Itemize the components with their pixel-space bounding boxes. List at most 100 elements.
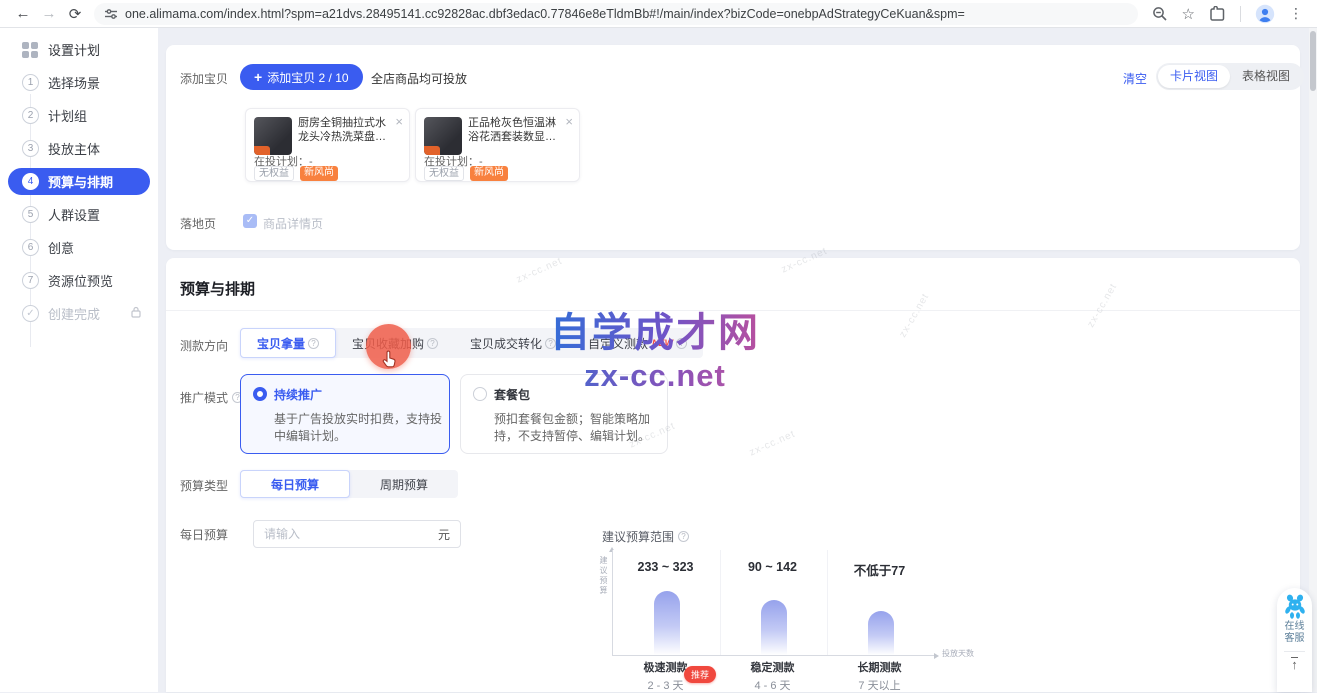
- zoom-icon[interactable]: [1152, 6, 1168, 22]
- sidebar-item-scene[interactable]: 1 选择场景: [8, 66, 150, 99]
- product-card[interactable]: 厨房全铜抽拉式水龙头冷热洗菜盘枪灰池水... × 在投计划：- 无权益 新风尚: [245, 108, 410, 182]
- bookmark-icon[interactable]: ☆: [1182, 5, 1195, 23]
- table-view-tab[interactable]: 表格视图: [1230, 65, 1302, 88]
- back-to-top-icon[interactable]: ↑: [1291, 657, 1298, 671]
- section-title: 预算与排期: [180, 278, 255, 299]
- info-icon[interactable]: ?: [676, 338, 687, 349]
- sidebar-item-placement-preview[interactable]: 7 资源位预览: [8, 264, 150, 297]
- step-number: 2: [22, 107, 39, 124]
- new-trend-tag: 新风尚: [470, 166, 508, 181]
- category-fast: 极速测款 2 - 3 天 推荐: [612, 659, 719, 693]
- plus-icon: +: [254, 69, 262, 85]
- info-icon[interactable]: ?: [678, 531, 689, 542]
- close-icon[interactable]: ×: [565, 115, 573, 128]
- bar-stable-test: [761, 600, 787, 655]
- mode-card-continuous[interactable]: 持续推广 基于广告投放实时扣费，支持投中编辑计划。: [240, 374, 450, 454]
- add-items-card: 添加宝贝 + 添加宝贝 2 / 10 全店商品均可投放 清空 卡片视图 表格视图…: [166, 45, 1300, 250]
- bar-fast-test: [654, 591, 680, 655]
- mode-card-package[interactable]: 套餐包 预扣套餐包金额；智能策略加持，不支持暂停、编辑计划。: [460, 374, 668, 454]
- budget-type-daily[interactable]: 每日预算: [240, 470, 350, 498]
- info-icon[interactable]: ?: [308, 338, 319, 349]
- product-thumbnail: [424, 117, 462, 155]
- sidebar-item-audience[interactable]: 5 人群设置: [8, 198, 150, 231]
- widget-divider: [1284, 651, 1305, 652]
- budget-type-period[interactable]: 周期预算: [350, 470, 458, 498]
- url-text: one.alimama.com/index.html?spm=a21dvs.28…: [125, 7, 965, 21]
- chrome-divider: [1240, 6, 1241, 22]
- daily-budget-input[interactable]: [264, 527, 438, 541]
- clear-all-link[interactable]: 清空: [1123, 70, 1147, 87]
- recommend-badge: 推荐: [684, 666, 716, 683]
- scrollbar-track[interactable]: [1309, 28, 1317, 692]
- scrollbar-thumb[interactable]: [1310, 31, 1316, 91]
- view-toggle: 卡片视图 表格视图: [1156, 63, 1304, 90]
- sidebar-item-creative[interactable]: 6 创意: [8, 231, 150, 264]
- daily-budget-label: 每日预算: [180, 526, 228, 543]
- profile-avatar-icon[interactable]: [1255, 4, 1275, 24]
- online-service-label[interactable]: 在线客服: [1284, 621, 1306, 645]
- option-label: 自定义测款: [588, 335, 648, 352]
- close-icon[interactable]: ×: [395, 115, 403, 128]
- sidebar-item-label: 创建完成: [48, 304, 100, 323]
- category-long: 长期测款 7 天以上: [826, 659, 933, 693]
- option-label: 宝贝成交转化: [470, 335, 542, 352]
- budget-type-label: 预算类型: [180, 477, 228, 494]
- direction-option-volume[interactable]: 宝贝拿量 ?: [240, 328, 336, 358]
- customer-service-widget[interactable]: 在线客服 ↑: [1277, 588, 1312, 692]
- new-trend-tag: 新风尚: [300, 166, 338, 181]
- product-title: 正品枪灰色恒温淋浴花洒套装数显淋雨浴全...: [468, 116, 564, 144]
- product-card[interactable]: 正品枪灰色恒温淋浴花洒套装数显淋雨浴全... × 在投计划：- 无权益 新风尚: [415, 108, 580, 182]
- info-icon[interactable]: ?: [427, 338, 438, 349]
- site-info-icon[interactable]: [104, 7, 118, 21]
- sidebar-item-label: 预算与排期: [48, 172, 113, 191]
- card-view-tab[interactable]: 卡片视图: [1158, 65, 1230, 88]
- landing-checkbox[interactable]: ✓: [243, 214, 257, 228]
- reload-icon[interactable]: ⟳: [62, 5, 88, 23]
- category-name: 稳定测款: [719, 659, 826, 675]
- bar-value: 不低于77: [826, 560, 933, 579]
- category-stable: 稳定测款 4 - 6 天: [719, 659, 826, 693]
- x-axis-arrow: [934, 653, 942, 659]
- info-icon[interactable]: ?: [545, 338, 556, 349]
- product-thumbnail: [254, 117, 292, 155]
- forward-icon[interactable]: →: [36, 5, 62, 22]
- x-axis-label: 投放天数: [942, 648, 974, 659]
- add-item-button[interactable]: + 添加宝贝 2 / 10: [240, 64, 363, 90]
- landing-option-label: 商品详情页: [263, 215, 323, 232]
- add-items-hint: 全店商品均可投放: [371, 70, 467, 87]
- direction-option-custom[interactable]: 自定义测款 NEW ?: [572, 328, 703, 358]
- direction-label: 测款方向: [180, 337, 228, 354]
- radio-unselected-icon[interactable]: [473, 387, 487, 401]
- mode-title: 持续推广: [274, 388, 322, 402]
- extensions-icon[interactable]: [1209, 6, 1226, 22]
- option-label: 宝贝收藏加购: [352, 335, 424, 352]
- budget-schedule-card: 预算与排期 测款方向 宝贝拿量 ? 宝贝收藏加购 ? 宝贝成交转化 ? 自定义测…: [166, 258, 1300, 692]
- daily-budget-field[interactable]: 元: [253, 520, 461, 548]
- category-duration: 4 - 6 天: [719, 677, 826, 693]
- sidebar-item-plan-group[interactable]: 2 计划组: [8, 99, 150, 132]
- direction-segmented: 宝贝拿量 ? 宝贝收藏加购 ? 宝贝成交转化 ? 自定义测款 NEW ?: [240, 328, 703, 358]
- chart-title: 建议预算范围: [602, 528, 674, 545]
- step-number: 7: [22, 272, 39, 289]
- option-label: 周期预算: [380, 476, 428, 493]
- sidebar-item-plan-settings[interactable]: 设置计划: [8, 33, 150, 66]
- step-number: 3: [22, 140, 39, 157]
- chrome-menu-icon[interactable]: ⋮: [1289, 5, 1303, 22]
- bar-value-labels: 233 ~ 323 90 ~ 142 不低于77: [612, 560, 934, 579]
- browser-chrome: ← → ⟳ one.alimama.com/index.html?spm=a21…: [0, 0, 1317, 28]
- option-label: 宝贝拿量: [257, 335, 305, 352]
- direction-option-conversion[interactable]: 宝贝成交转化 ?: [454, 328, 572, 358]
- sidebar-item-label: 设置计划: [48, 40, 100, 59]
- address-bar[interactable]: one.alimama.com/index.html?spm=a21dvs.28…: [94, 3, 1138, 25]
- step-number: 1: [22, 74, 39, 91]
- direction-option-favorite[interactable]: 宝贝收藏加购 ?: [336, 328, 454, 358]
- back-icon[interactable]: ←: [10, 5, 36, 22]
- mascot-icon[interactable]: [1282, 593, 1308, 619]
- radio-selected-icon[interactable]: [253, 387, 267, 401]
- sidebar-item-label: 计划组: [48, 106, 87, 125]
- sidebar-item-label: 投放主体: [48, 139, 100, 158]
- chart-categories: 极速测款 2 - 3 天 推荐 稳定测款 4 - 6 天 长期测款 7 天以上: [612, 659, 934, 693]
- sidebar-item-budget-schedule[interactable]: 4 预算与排期: [8, 168, 150, 195]
- plan-settings-icon: [22, 42, 38, 58]
- sidebar-item-target[interactable]: 3 投放主体: [8, 132, 150, 165]
